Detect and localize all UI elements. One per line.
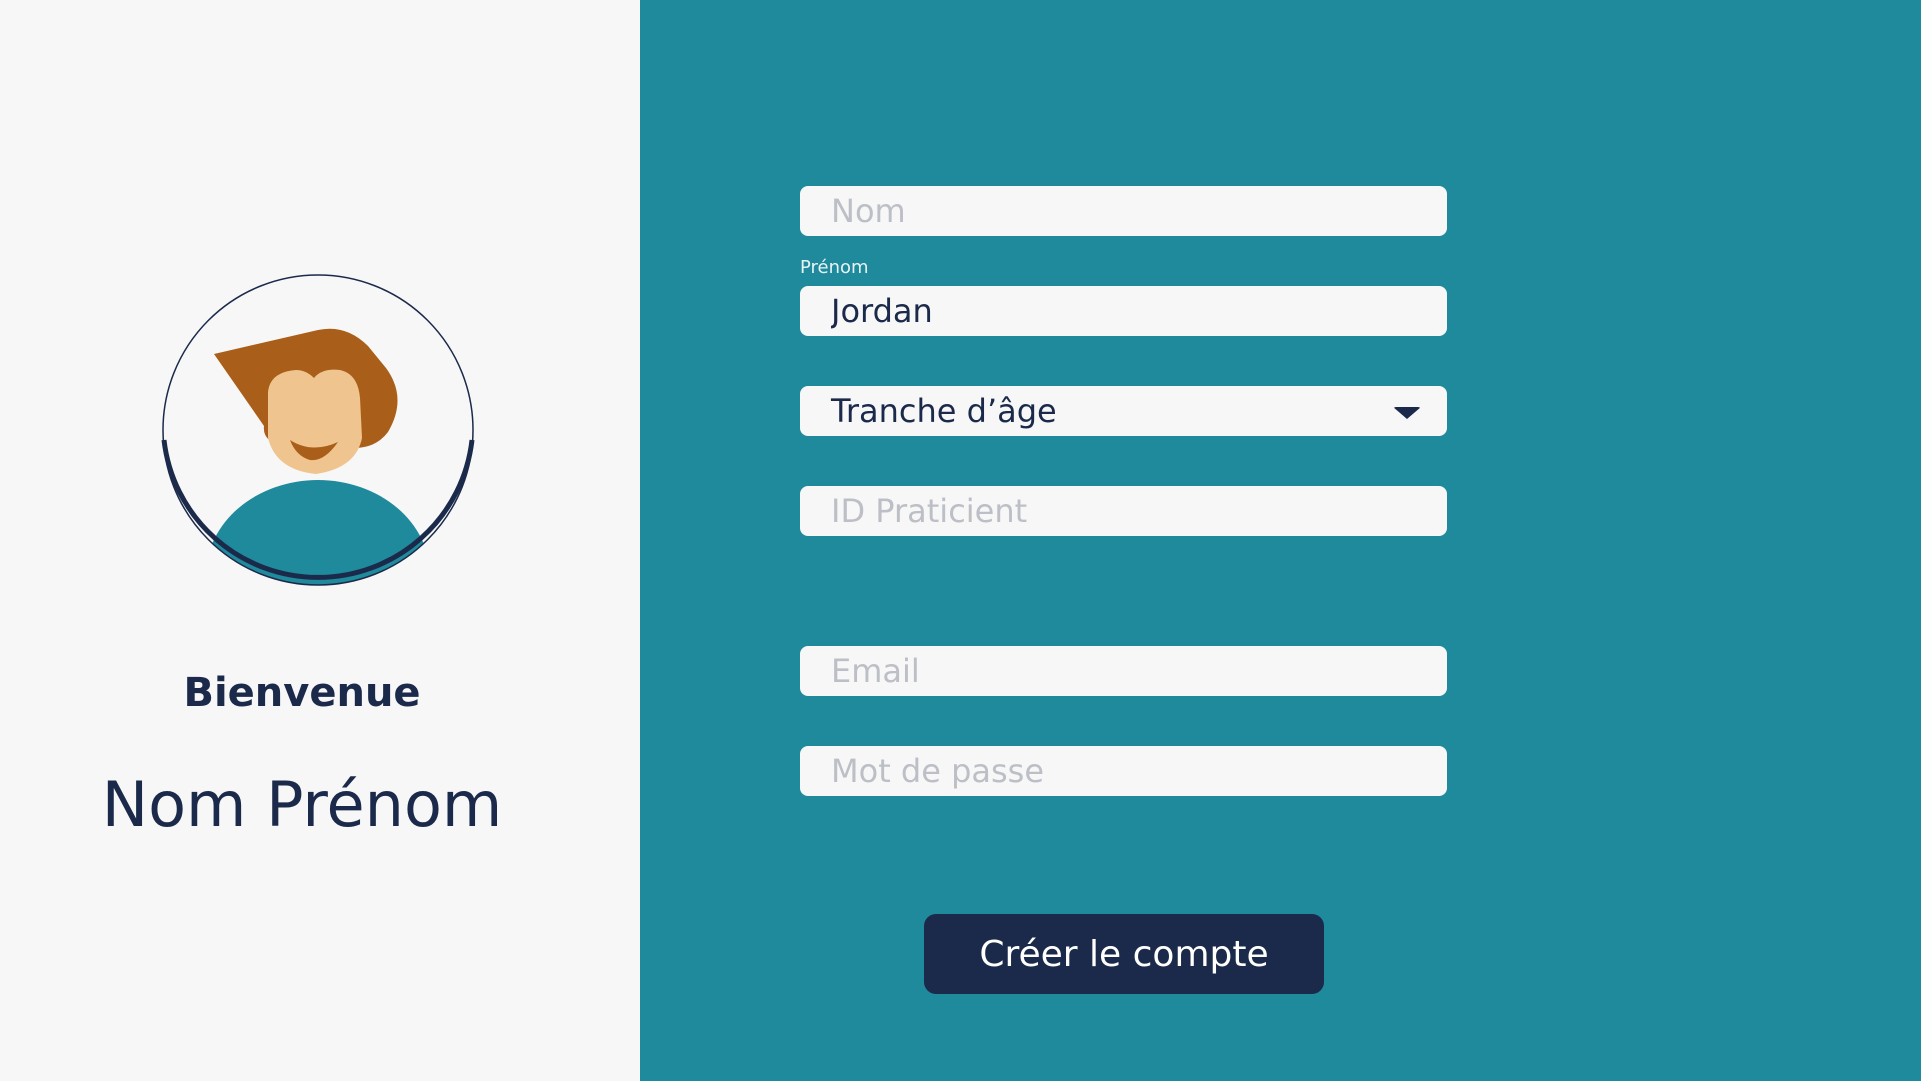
- create-account-button[interactable]: Créer le compte: [924, 914, 1324, 994]
- welcome-heading: Bienvenue: [183, 670, 421, 716]
- user-avatar-icon: [161, 274, 475, 586]
- nom-field[interactable]: [800, 186, 1447, 236]
- prenom-field[interactable]: [800, 286, 1447, 336]
- prenom-label: Prénom: [800, 257, 869, 278]
- email-input[interactable]: [831, 652, 1447, 690]
- age-range-value: Tranche d’âge: [831, 392, 1057, 430]
- user-full-name: Nom Prénom: [101, 768, 503, 841]
- signup-page: Bienvenue Nom Prénom Prénom Tranche d’âg…: [0, 0, 1921, 1081]
- prenom-input[interactable]: [831, 292, 1447, 330]
- password-field[interactable]: [800, 746, 1447, 796]
- profile-panel: Bienvenue Nom Prénom: [0, 0, 640, 1081]
- caret-down-icon[interactable]: [1393, 407, 1421, 419]
- age-range-select[interactable]: Tranche d’âge: [800, 386, 1447, 436]
- practitioner-id-field[interactable]: [800, 486, 1447, 536]
- practitioner-id-input[interactable]: [831, 492, 1447, 530]
- nom-input[interactable]: [831, 192, 1447, 230]
- password-input[interactable]: [831, 752, 1447, 790]
- email-field[interactable]: [800, 646, 1447, 696]
